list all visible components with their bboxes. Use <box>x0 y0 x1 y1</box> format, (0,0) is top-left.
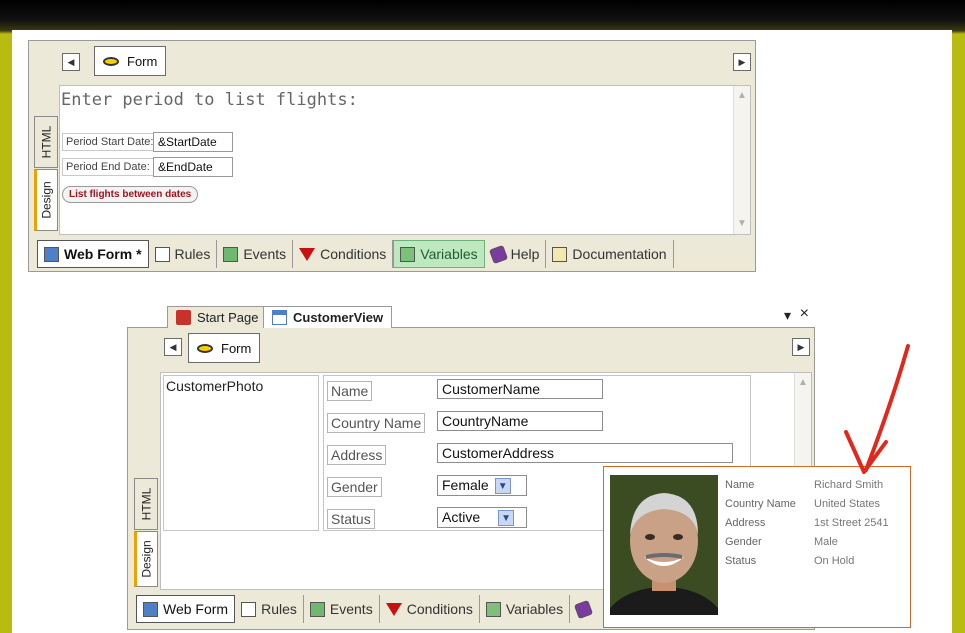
web-panel-icon <box>272 310 287 325</box>
scroll-left-button[interactable]: ◀ <box>164 338 182 356</box>
tab-design[interactable]: Design <box>34 169 58 231</box>
form-label: Form <box>127 53 158 69</box>
tab-customer-view[interactable]: CustomerView <box>263 306 393 328</box>
tab-conditions[interactable]: Conditions <box>293 240 394 268</box>
name-label: Name <box>327 381 373 401</box>
scroll-up-icon[interactable]: ▲ <box>734 88 750 104</box>
scroll-right-button[interactable]: ▶ <box>792 338 810 356</box>
card-country-value: United States <box>814 498 881 510</box>
rules-icon <box>241 601 257 617</box>
rules-icon <box>154 246 170 262</box>
help-icon <box>574 599 594 619</box>
filter-icon <box>385 602 402 616</box>
scroll-right-button[interactable]: ▶ <box>733 53 751 71</box>
scroll-up-icon[interactable]: ▲ <box>795 375 811 391</box>
form-selector[interactable]: Form <box>188 333 261 363</box>
runtime-preview-card: Name Richard Smith Country Name United S… <box>603 466 911 628</box>
status-value: Active <box>442 509 481 525</box>
title-bar-dark <box>0 0 965 34</box>
tab-rules[interactable]: Rules <box>149 240 218 268</box>
card-address-label: Address <box>725 517 766 529</box>
close-icon[interactable]: × <box>800 305 809 323</box>
form-selector[interactable]: Form <box>94 46 167 76</box>
web-form-icon <box>44 246 59 262</box>
gender-label: Gender <box>327 477 382 497</box>
chevron-down-icon[interactable]: ▼ <box>494 478 511 495</box>
window-dropdown-icon[interactable]: ▾ <box>784 307 791 324</box>
card-status-value: On Hold <box>814 555 855 567</box>
genexus-icon <box>176 310 191 325</box>
tab-events[interactable]: Events <box>217 240 294 268</box>
tab-variables[interactable]: Variables <box>393 240 485 268</box>
start-date-field[interactable]: &StartDate <box>153 132 233 152</box>
status-label: Status <box>327 509 375 529</box>
card-gender-value: Male <box>814 536 838 548</box>
annotation-arrow <box>844 344 910 474</box>
form-icon <box>197 343 213 353</box>
list-flights-button[interactable]: List flights between dates <box>62 186 199 203</box>
web-form-icon <box>143 601 158 617</box>
end-date-field[interactable]: &EndDate <box>153 157 233 177</box>
top-editor-panel: ◀ Form ▶ HTML Design Enter period to lis… <box>28 40 756 272</box>
card-name-label: Name <box>725 479 755 491</box>
tab-documentation[interactable]: Documentation <box>546 240 674 268</box>
tab-conditions[interactable]: Conditions <box>380 595 480 623</box>
document-tab-strip: Start Page CustomerView ▾ × <box>127 304 815 328</box>
tab-start-page[interactable]: Start Page <box>167 306 268 328</box>
form-icon <box>103 56 119 66</box>
presentation-stage: ◀ Form ▶ HTML Design Enter period to lis… <box>12 30 952 633</box>
tab-help[interactable] <box>570 595 602 623</box>
page-heading: Enter period to list flights: <box>61 90 358 110</box>
form-label: Form <box>221 340 252 356</box>
period-start-label: Period Start Date: <box>62 133 158 151</box>
card-gender-label: Gender <box>725 536 762 548</box>
events-icon <box>223 246 239 262</box>
address-label: Address <box>327 445 387 465</box>
customer-photo <box>610 475 718 615</box>
photo-cell: CustomerPhoto <box>163 375 319 531</box>
gender-value: Female <box>442 477 489 493</box>
help-icon <box>488 244 508 264</box>
tab-help[interactable]: Help <box>485 240 547 268</box>
filter-icon <box>299 247 316 261</box>
card-country-label: Country Name <box>725 498 796 510</box>
tab-events[interactable]: Events <box>304 595 380 623</box>
tab-rules[interactable]: Rules <box>235 595 304 623</box>
bottom-editor-bottom-tabs: Web Form Rules Events Conditions Variabl… <box>136 594 602 624</box>
scroll-down-icon[interactable]: ▼ <box>734 216 750 232</box>
events-icon <box>309 601 325 617</box>
variables-icon <box>400 246 416 262</box>
documentation-icon <box>552 246 568 262</box>
chevron-down-icon[interactable]: ▼ <box>498 510 515 527</box>
country-name-label: Country Name <box>327 413 426 433</box>
tab-html[interactable]: HTML <box>34 116 58 168</box>
tab-html[interactable]: HTML <box>134 478 158 530</box>
tab-design[interactable]: Design <box>134 531 158 587</box>
status-select[interactable]: Active ▼ <box>437 507 527 529</box>
customer-address-field[interactable]: CustomerAddress <box>437 443 733 463</box>
tab-web-form[interactable]: Web Form <box>136 595 236 623</box>
card-address-value: 1st Street 2541 <box>814 517 889 529</box>
country-name-field[interactable]: CountryName <box>437 411 603 431</box>
tab-variables[interactable]: Variables <box>480 595 571 623</box>
period-end-label: Period End Date: <box>62 158 154 176</box>
customer-photo-placeholder: CustomerPhoto <box>166 378 264 394</box>
scroll-left-button[interactable]: ◀ <box>62 53 80 71</box>
top-editor-bottom-tabs: Web Form * Rules Events Conditions Varia… <box>37 239 674 269</box>
variables-icon <box>485 601 501 617</box>
tab-web-form[interactable]: Web Form * <box>37 240 149 268</box>
vertical-scrollbar[interactable]: ▲ ▼ <box>733 86 750 234</box>
card-status-label: Status <box>725 555 757 567</box>
gender-select[interactable]: Female ▼ <box>437 475 527 497</box>
customer-name-field[interactable]: CustomerName <box>437 379 603 399</box>
design-canvas: Enter period to list flights: Period Sta… <box>59 85 751 235</box>
